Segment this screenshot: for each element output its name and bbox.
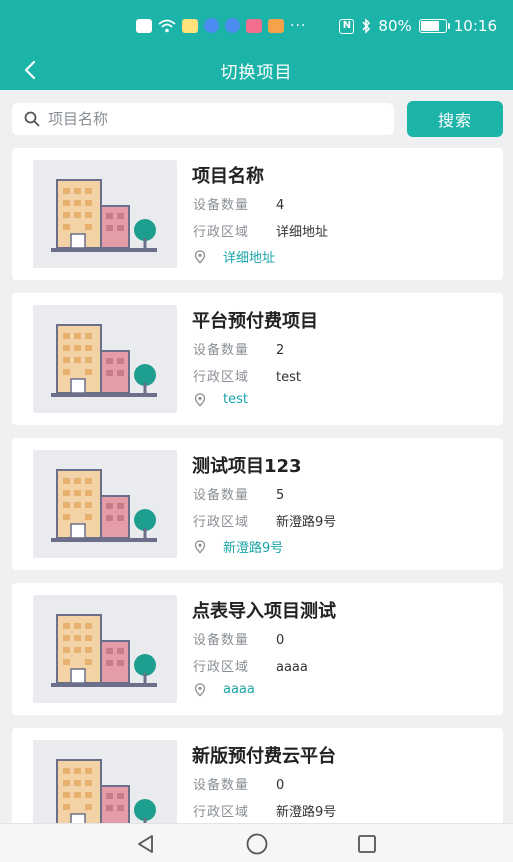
search-bar: 搜索 — [0, 90, 513, 148]
project-name: 平台预付费项目 — [192, 311, 318, 332]
nfc-icon: N — [339, 18, 355, 34]
region-value: aaaa — [276, 660, 308, 675]
region-value: 新澄路9号 — [276, 805, 337, 820]
region-label: 行政区域 — [193, 805, 250, 820]
device-count-value: 0 — [276, 778, 285, 793]
location-pin-icon — [194, 249, 206, 264]
alert-notification-icon — [136, 18, 152, 33]
region-row: 行政区域 详细地址 — [193, 221, 328, 240]
address-text: test — [223, 392, 248, 407]
device-count-label: 设备数量 — [193, 343, 250, 358]
notification-icons: ··· — [136, 18, 306, 33]
device-count-value: 4 — [276, 198, 285, 213]
bluetooth-icon — [362, 18, 371, 34]
location-pin-icon — [194, 392, 206, 407]
app-notification-icon — [268, 18, 284, 33]
region-label: 行政区域 — [193, 225, 250, 240]
project-thumbnail — [33, 305, 177, 413]
device-count-label: 设备数量 — [193, 198, 250, 213]
region-value: 详细地址 — [276, 225, 329, 240]
project-thumbnail — [33, 450, 177, 558]
region-label: 行政区域 — [193, 370, 250, 385]
project-thumbnail — [33, 160, 177, 268]
device-count-row: 设备数量 0 — [193, 774, 284, 793]
project-name: 点表导入项目测试 — [192, 601, 336, 622]
square-recents-icon — [358, 835, 376, 853]
region-value: 新澄路9号 — [276, 515, 337, 530]
project-thumbnail — [33, 595, 177, 703]
location-pin-icon — [194, 539, 206, 554]
location-pin-icon — [194, 682, 206, 697]
building-illustration — [51, 324, 157, 397]
battery-percent: 80% — [378, 17, 412, 35]
circle-home-icon — [246, 833, 268, 855]
project-address: 新澄路9号 — [193, 537, 283, 556]
app-notification-icon — [246, 18, 262, 33]
triangle-back-icon — [138, 835, 153, 853]
project-card[interactable]: 测试项目123 设备数量 5 行政区域 新澄路9号 新澄路9号 — [12, 438, 503, 570]
project-name: 测试项目123 — [192, 456, 302, 477]
project-address: aaaa — [193, 682, 255, 697]
nav-bar: 切换项目 — [0, 50, 513, 90]
message-notification-icon — [182, 18, 198, 33]
app-notification-icon — [204, 18, 219, 33]
app-notification-icon — [225, 18, 240, 33]
building-illustration — [51, 614, 157, 687]
nav-recents-button[interactable] — [355, 832, 379, 856]
system-status: N 80% 10:16 — [339, 17, 497, 35]
region-label: 行政区域 — [193, 660, 250, 675]
region-label: 行政区域 — [193, 515, 250, 530]
address-text: 详细地址 — [223, 251, 276, 266]
device-count-row: 设备数量 4 — [193, 194, 284, 213]
address-text: 新澄路9号 — [223, 541, 284, 556]
project-name: 新版预付费云平台 — [192, 746, 336, 767]
project-card[interactable]: 平台预付费项目设备数量 2 行政区域 test test — [12, 293, 503, 425]
nav-back-button[interactable] — [134, 832, 158, 856]
project-address: 详细地址 — [193, 247, 275, 266]
status-bar: ··· N 80% 10:16 — [0, 0, 513, 50]
device-count-value: 0 — [276, 633, 285, 648]
region-row: 行政区域 新澄路9号 — [193, 801, 336, 820]
region-row: 行政区域 新澄路9号 — [193, 511, 336, 530]
project-card[interactable]: 点表导入项目测试设备数量 0 行政区域 aaaa aaaa — [12, 583, 503, 715]
wifi-icon — [158, 19, 176, 32]
device-count-row: 设备数量 2 — [193, 339, 284, 358]
building-illustration — [51, 469, 157, 542]
project-card[interactable]: 项目名称 设备数量 4 行政区域 详细地址 详细地址 — [12, 148, 503, 280]
device-count-label: 设备数量 — [193, 488, 250, 503]
device-count-value: 2 — [276, 343, 285, 358]
search-input[interactable] — [48, 110, 368, 128]
device-count-value: 5 — [276, 488, 285, 503]
project-switch-screen: ··· N 80% 10:16 切换项目 搜索 — [0, 0, 513, 862]
clock: 10:16 — [453, 17, 497, 35]
project-name: 项目名称 — [192, 166, 264, 187]
building-illustration — [51, 179, 157, 252]
region-value: test — [276, 370, 301, 385]
battery-icon — [418, 19, 450, 33]
nav-home-button[interactable] — [245, 832, 269, 856]
region-row: 行政区域 aaaa — [193, 656, 308, 675]
device-count-label: 设备数量 — [193, 633, 250, 648]
search-icon — [24, 111, 40, 127]
device-count-row: 设备数量 0 — [193, 629, 284, 648]
device-count-label: 设备数量 — [193, 778, 250, 793]
address-text: aaaa — [223, 682, 255, 697]
project-address: test — [193, 392, 248, 407]
more-notifications-indicator: ··· — [290, 17, 307, 34]
region-row: 行政区域 test — [193, 366, 301, 385]
search-field[interactable] — [12, 103, 394, 135]
page-title: 切换项目 — [220, 63, 293, 83]
project-list: 项目名称 设备数量 4 行政区域 详细地址 详细地址 平台预付费项目 设备数量 2 行政区域 tes… — [12, 148, 503, 862]
search-button[interactable]: 搜索 — [407, 101, 503, 137]
device-count-row: 设备数量 5 — [193, 484, 284, 503]
system-nav-bar — [0, 823, 513, 862]
